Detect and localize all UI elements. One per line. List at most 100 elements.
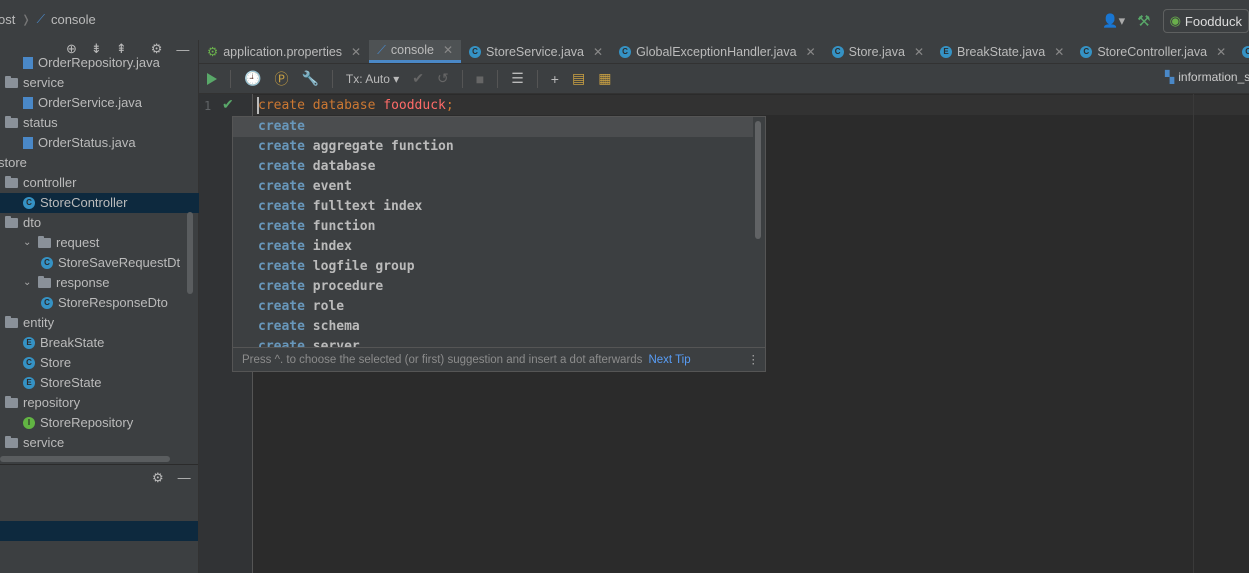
class-icon: C (469, 45, 482, 58)
completion-scrollbar[interactable] (755, 121, 761, 239)
close-icon[interactable]: ✕ (351, 45, 361, 59)
completion-rest: index (304, 239, 352, 254)
more-options-icon[interactable]: ⋮ (748, 348, 760, 372)
tree-vertical-scrollbar[interactable] (187, 212, 193, 294)
close-icon[interactable]: ✕ (1216, 45, 1226, 59)
tree-item[interactable]: C StoreSaveRequestDt (41, 253, 180, 273)
close-icon[interactable]: ✕ (914, 45, 924, 59)
completion-item[interactable]: create procedure (233, 277, 753, 297)
stop-icon[interactable]: ■ (476, 71, 484, 87)
tab-storeservice-java[interactable]: C StoreService.java ✕ (461, 40, 611, 63)
run-config-button[interactable]: ◉ Foodduck (1162, 9, 1249, 33)
execute-icon[interactable] (207, 72, 217, 85)
tree-item[interactable]: entity (5, 313, 54, 333)
navigation-bar (0, 0, 1249, 41)
tree-item-label: service (23, 435, 65, 450)
semicolon-token: ; (445, 98, 454, 113)
minimize-icon[interactable]: — (176, 42, 189, 57)
schema-selector[interactable]: ▚ information_s (1165, 70, 1249, 84)
gear-icon[interactable]: ⚙ (152, 470, 164, 486)
close-icon[interactable]: ✕ (1054, 45, 1064, 59)
tree-item[interactable]: E BreakState (23, 333, 104, 353)
code-line[interactable]: create database foodduck; (258, 98, 454, 113)
completion-item[interactable]: create aggregate function (233, 137, 753, 157)
chevron-down-icon[interactable]: ⌄ (23, 233, 33, 253)
tree-item[interactable]: OrderStatus.java (23, 133, 136, 153)
tree-item[interactable]: service (5, 433, 64, 453)
class-icon: C (23, 357, 35, 369)
completion-item[interactable]: create server (233, 337, 753, 347)
tree-item[interactable]: C StoreController (0, 193, 207, 213)
completion-item[interactable]: create function (233, 217, 753, 237)
tree-item[interactable]: controller (5, 173, 76, 193)
close-icon[interactable]: ✕ (443, 43, 453, 57)
output-layout-icon[interactable]: ☰ (511, 70, 524, 87)
chevron-down-icon[interactable]: ⌄ (23, 273, 33, 293)
completion-item[interactable]: create role (233, 297, 753, 317)
parameters-icon[interactable]: Ⓟ (274, 69, 288, 89)
tab-application-properties[interactable]: ⚙ application.properties ✕ (199, 40, 369, 63)
next-tip-link[interactable]: Next Tip (648, 354, 690, 366)
breadcrumb-parent[interactable]: ost (0, 12, 15, 27)
completion-item[interactable]: create event (233, 177, 753, 197)
tab-console[interactable]: ⟋ console ✕ (369, 40, 462, 63)
minimize-icon[interactable]: — (178, 470, 191, 486)
tab-stores[interactable]: CStoreS (1234, 40, 1249, 63)
completion-rest: role (304, 299, 345, 314)
tree-item[interactable]: ⌄ response (23, 273, 109, 293)
completion-item[interactable]: create (233, 117, 753, 137)
tab-label: Store.java (848, 44, 905, 59)
toolbar-separator (331, 69, 333, 88)
tree-horizontal-scrollbar[interactable] (0, 456, 170, 462)
bottom-panel-toolbar: ⚙ — (152, 470, 191, 486)
user-icon[interactable]: 👤▾ (1102, 13, 1125, 29)
hammer-icon[interactable]: ⚒ (1137, 12, 1150, 30)
tab-store-java[interactable]: C Store.java ✕ (824, 40, 932, 63)
tree-item[interactable]: store (0, 153, 27, 173)
history-icon[interactable]: 🕘 (244, 70, 261, 87)
completion-rest: database (304, 159, 376, 174)
tab-storecontroller-java[interactable]: C StoreController.java ✕ (1072, 40, 1234, 63)
close-icon[interactable]: ✕ (806, 45, 816, 59)
completion-item[interactable]: create index (233, 237, 753, 257)
tab-globalexceptionhandler-java[interactable]: C GlobalExceptionHandler.java ✕ (611, 40, 824, 63)
completion-item[interactable]: create database (233, 157, 753, 177)
table-settings-icon[interactable]: ▤ (572, 70, 585, 87)
tree-item[interactable]: repository (5, 393, 80, 413)
completion-item[interactable]: create fulltext index (233, 197, 753, 217)
tree-item[interactable]: OrderService.java (23, 93, 142, 113)
completion-list: create create aggregate function create da… (233, 117, 755, 347)
breadcrumb: ost ❭ ⟋ console (0, 12, 96, 27)
tree-item[interactable]: E StoreState (23, 373, 101, 393)
table-diff-icon[interactable]: ▦ (598, 70, 611, 87)
tree-item[interactable]: ⌄ request (23, 233, 99, 253)
add-icon[interactable]: + (551, 71, 559, 87)
folder-icon (5, 76, 18, 88)
tx-mode-dropdown[interactable]: Tx: Auto ▾ (346, 72, 399, 86)
breadcrumb-current[interactable]: console (51, 12, 96, 27)
tree-item-label: StoreResponseDto (58, 295, 168, 310)
completion-keyword: create (258, 199, 305, 214)
run-config-label: Foodduck (1184, 13, 1242, 29)
completion-item[interactable]: create logfile group (233, 257, 753, 277)
tree-item[interactable]: service (5, 73, 64, 93)
close-icon[interactable]: ✕ (593, 45, 603, 59)
class-icon: C (1080, 45, 1093, 58)
commit-icon[interactable]: ✔ (412, 70, 424, 87)
bottom-panel-selected-row[interactable] (0, 521, 198, 541)
rollback-icon[interactable]: ↺ (437, 70, 449, 87)
tree-item[interactable]: OrderRepository.java (23, 53, 160, 73)
tree-item[interactable]: dto (5, 213, 41, 233)
tree-item[interactable]: status (5, 113, 58, 133)
tab-breakstate-java[interactable]: E BreakState.java ✕ (932, 40, 1072, 63)
completion-hint: Press ^. to choose the selected (or firs… (233, 347, 765, 371)
completion-item[interactable]: create schema (233, 317, 753, 337)
settings-wrench-icon[interactable]: 🔧 (301, 70, 318, 87)
spring-icon: ◉ (1169, 13, 1181, 28)
tree-item[interactable]: C Store (23, 353, 71, 373)
toolbar-separator (230, 69, 231, 88)
tab-label: StoreController.java (1097, 44, 1208, 59)
enum-icon: E (23, 377, 35, 389)
tree-item[interactable]: I StoreRepository (23, 413, 133, 433)
tree-item[interactable]: C StoreResponseDto (41, 293, 168, 313)
